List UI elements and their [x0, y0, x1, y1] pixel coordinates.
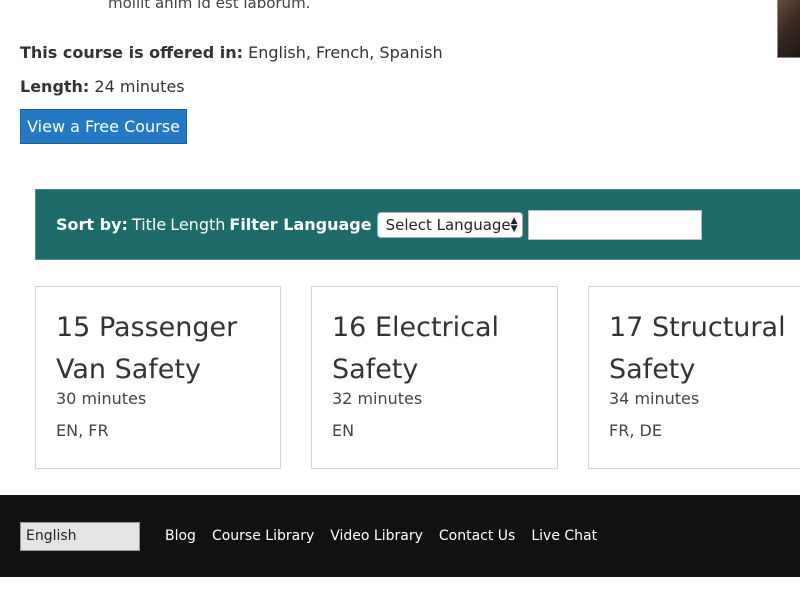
- select-arrows-icon: ▲ ▼: [510, 215, 518, 234]
- course-card[interactable]: 16 Electrical Safety 32 minutes EN: [311, 286, 558, 469]
- languages-label: This course is offered in:: [20, 43, 244, 62]
- course-languages: FR, DE: [609, 421, 662, 440]
- instructor-photo: [777, 0, 800, 58]
- course-languages-line: This course is offered in: English, Fren…: [20, 43, 443, 62]
- sort-by-length-link[interactable]: Length: [170, 215, 225, 234]
- languages-value: English, French, Spanish: [248, 43, 443, 62]
- course-card[interactable]: 17 Structural Safety 34 minutes FR, DE: [588, 286, 800, 469]
- sort-by-label: Sort by:: [56, 215, 128, 234]
- footer-nav: Blog Course Library Video Library Contac…: [165, 528, 613, 544]
- length-label: Length:: [20, 77, 90, 96]
- course-title[interactable]: 16 Electrical Safety: [332, 307, 537, 391]
- length-value: 24 minutes: [94, 77, 185, 96]
- course-search-input[interactable]: [527, 209, 702, 240]
- footer-link-contact-us[interactable]: Contact Us: [439, 528, 515, 544]
- filter-language-label: Filter Language: [229, 215, 372, 234]
- sort-by-title-link[interactable]: Title: [132, 215, 166, 234]
- footer-link-course-library[interactable]: Course Library: [212, 528, 314, 544]
- course-card[interactable]: 15 Passenger Van Safety 30 minutes EN, F…: [35, 286, 281, 469]
- footer-language-select[interactable]: English: [20, 521, 140, 551]
- course-title[interactable]: 17 Structural Safety: [609, 307, 797, 391]
- course-length: 32 minutes: [332, 389, 423, 408]
- site-footer: English Blog Course Library Video Librar…: [0, 495, 800, 577]
- course-languages: EN: [332, 421, 355, 440]
- language-select-value: Select Language: [385, 215, 511, 234]
- course-length: 34 minutes: [609, 389, 700, 408]
- course-filter-bar: Sort by: Title Length Filter Language Se…: [35, 189, 800, 260]
- course-title[interactable]: 15 Passenger Van Safety: [56, 307, 260, 391]
- footer-link-video-library[interactable]: Video Library: [330, 528, 423, 544]
- course-length: 30 minutes: [56, 389, 147, 408]
- course-length-line: Length: 24 minutes: [20, 77, 185, 96]
- language-select[interactable]: Select Language ▲ ▼: [376, 211, 523, 238]
- course-languages: EN, FR: [56, 421, 109, 440]
- intro-text-tail: mollit anim id est laborum.: [108, 0, 311, 12]
- footer-link-blog[interactable]: Blog: [165, 528, 196, 544]
- footer-link-live-chat[interactable]: Live Chat: [531, 528, 597, 544]
- view-free-course-button[interactable]: View a Free Course: [20, 109, 187, 144]
